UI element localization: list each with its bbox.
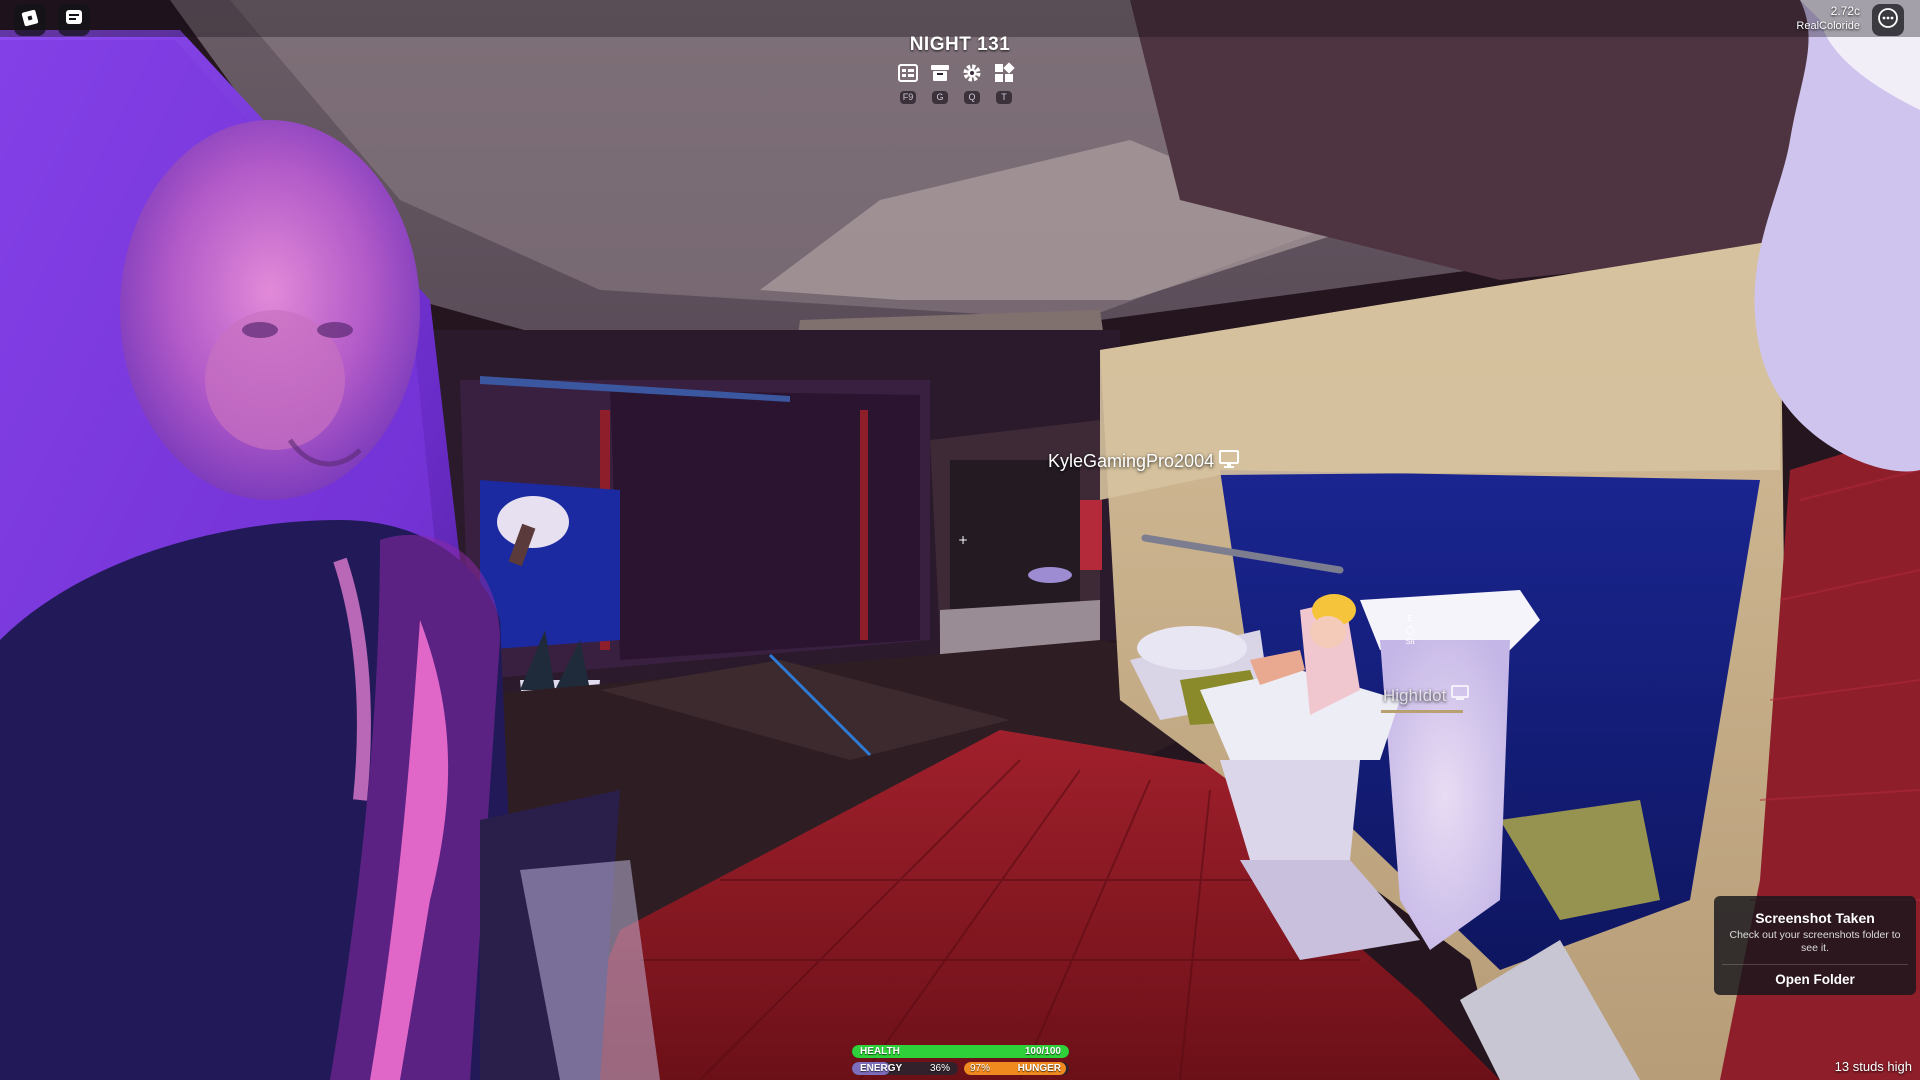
- top-bar: [0, 0, 1920, 37]
- hotkey-leaderboard: F9: [900, 91, 916, 104]
- prompt-action: Sit: [1405, 637, 1415, 646]
- username-label: RealColoride: [1796, 20, 1860, 32]
- hotkey-store: G: [932, 91, 948, 104]
- leaderboard-icon: [897, 62, 919, 88]
- hunger-value: 97%: [970, 1063, 991, 1074]
- notification-body: Check out your screenshots folder to see…: [1729, 929, 1901, 954]
- ellipsis-icon: [1877, 7, 1899, 33]
- shop-icon: [929, 62, 951, 88]
- grid-icon: [993, 62, 1015, 88]
- hud-toolbar: F9 G Q T: [895, 62, 1031, 107]
- height-readout: 13 studs high: [1834, 1059, 1912, 1074]
- gear-icon: [961, 62, 983, 88]
- player-health-bar: [1381, 710, 1463, 713]
- player-nametag[interactable]: HighIdot: [1383, 684, 1470, 707]
- energy-bar: ENERGY 36%: [852, 1062, 958, 1075]
- health-value: 100/100: [1024, 1046, 1061, 1057]
- monitor-icon: [1450, 684, 1470, 707]
- player-nametag[interactable]: KyleGamingPro2004: [1048, 449, 1240, 474]
- notification-title: Screenshot Taken: [1755, 910, 1875, 926]
- hunger-label: HUNGER: [1017, 1063, 1061, 1074]
- player-name: KyleGamingPro2004: [1048, 451, 1215, 471]
- store-button[interactable]: [927, 62, 953, 88]
- stats-panel: HEALTH 100/100 ENERGY 36% 97% HUNGER: [852, 1045, 1069, 1080]
- monitor-icon: [1218, 449, 1240, 474]
- night-counter: NIGHT 131: [909, 34, 1011, 55]
- health-label: HEALTH: [860, 1046, 900, 1057]
- interact-prompt[interactable]: E ◇ Sit: [1400, 614, 1420, 646]
- diamond-icon: ◇: [1405, 622, 1415, 637]
- open-folder-button[interactable]: Open Folder: [1722, 966, 1908, 993]
- settings-button[interactable]: [959, 62, 985, 88]
- crosshair-icon: +: [958, 533, 969, 547]
- hotkey-menu: T: [996, 91, 1012, 104]
- energy-label: ENERGY: [860, 1063, 903, 1074]
- roblox-logo-icon: [20, 8, 40, 32]
- energy-value: 36%: [929, 1063, 950, 1074]
- hotkey-settings: Q: [964, 91, 980, 104]
- player-name: HighIdot: [1383, 685, 1447, 705]
- screenshot-notification: Screenshot Taken Check out your screensh…: [1714, 896, 1916, 995]
- health-bar: HEALTH 100/100: [852, 1045, 1069, 1058]
- more-options-button[interactable]: [1872, 4, 1904, 36]
- leaderboard-button[interactable]: [895, 62, 921, 88]
- player-info: 2.72c RealColoride: [1796, 4, 1860, 33]
- ping-readout: 2.72c: [1830, 4, 1860, 18]
- chat-bubble-icon: [64, 8, 84, 32]
- menu-button[interactable]: [991, 62, 1017, 88]
- roblox-menu-button[interactable]: [14, 4, 46, 36]
- game-viewport[interactable]: 2.72c RealColoride NIGHT 131 F9 G Q T Ky…: [0, 0, 1920, 1080]
- hunger-bar: 97% HUNGER: [964, 1062, 1069, 1075]
- notification-divider: [1722, 964, 1908, 965]
- chat-button[interactable]: [58, 4, 90, 36]
